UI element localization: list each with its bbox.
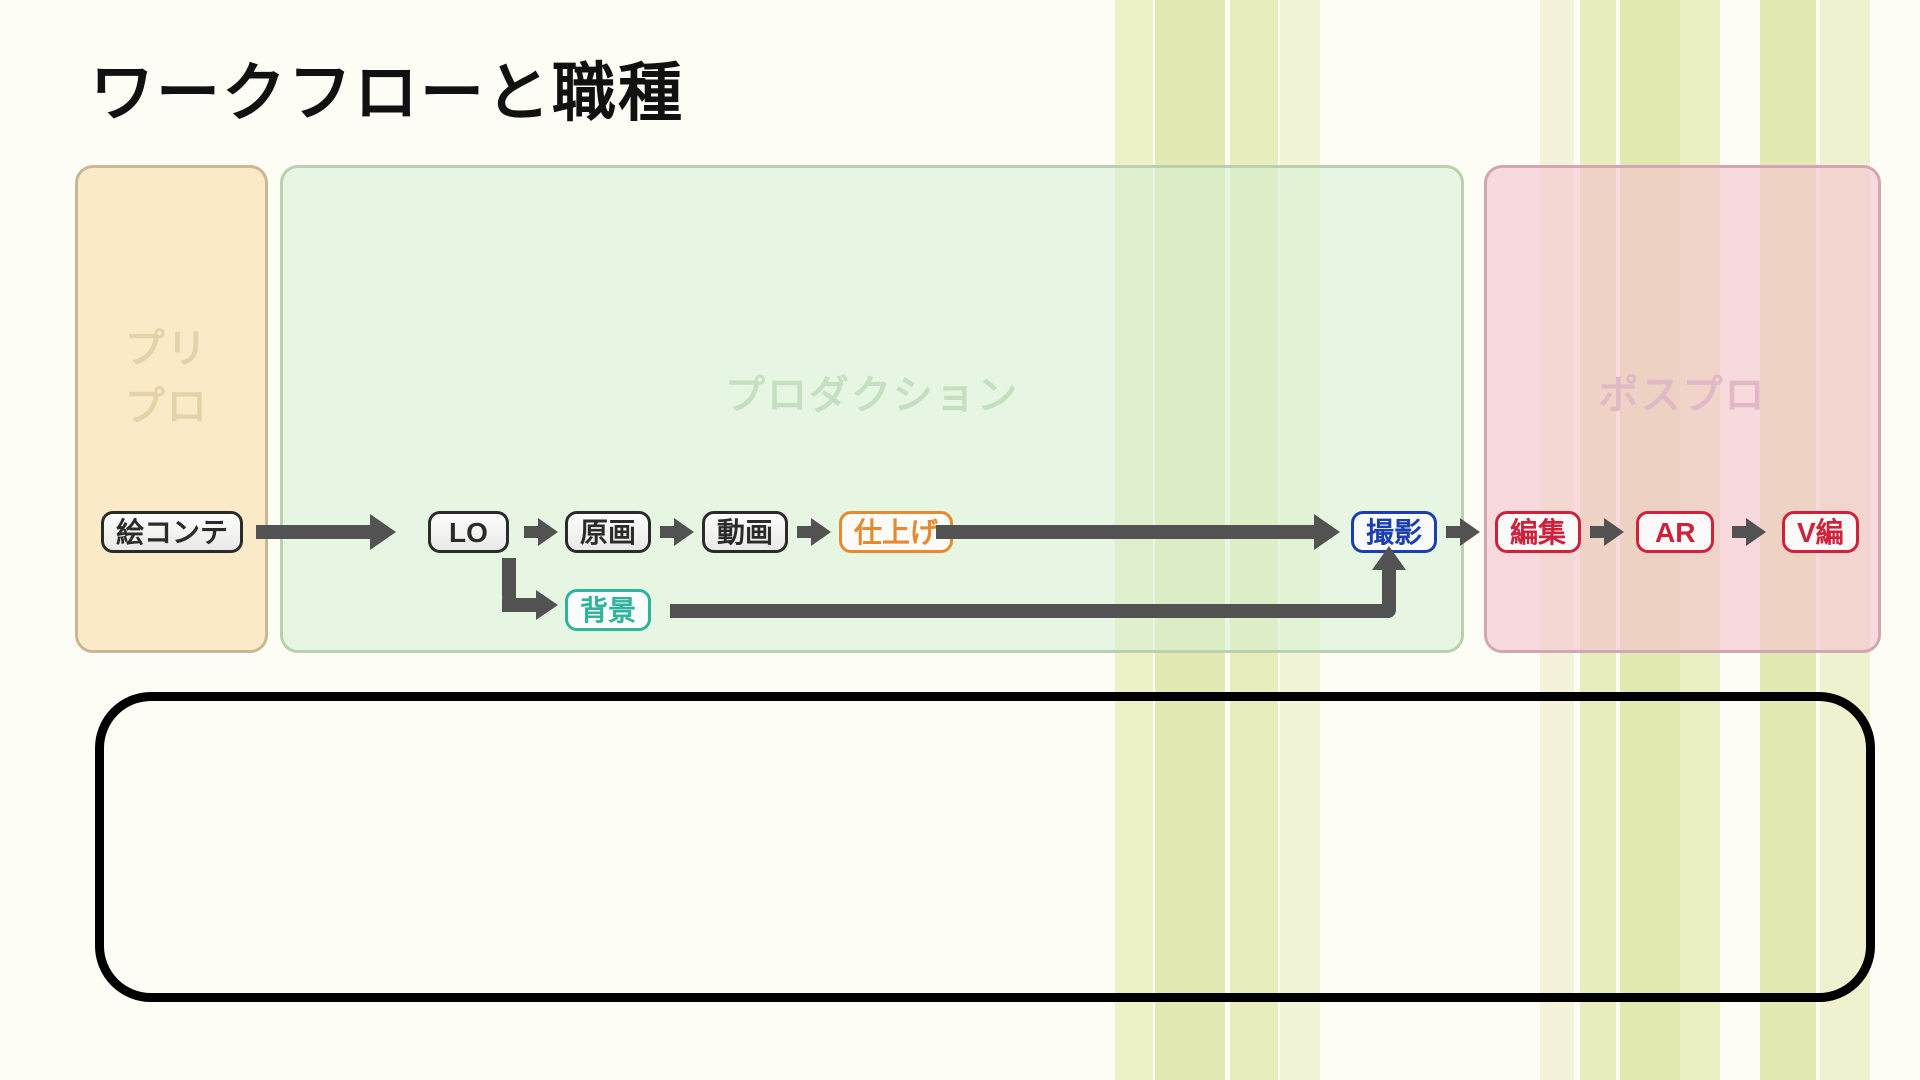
node-econte: 絵コンテ — [101, 511, 243, 553]
node-vhen: V編 — [1782, 511, 1859, 553]
arrow-ar-vhen — [1732, 526, 1748, 538]
node-henshuu: 編集 — [1495, 511, 1581, 553]
caption-box-empty — [95, 692, 1875, 1002]
page-title: ワークフローと職種 — [90, 42, 684, 134]
phase-postproduction: ポスプロ — [1484, 165, 1881, 653]
node-haikei: 背景 — [565, 589, 651, 631]
node-douga: 動画 — [702, 511, 788, 553]
arrow-genga-douga — [660, 526, 676, 538]
phase-preproduction: プリプロ — [75, 165, 268, 653]
arrow-satsuei-henshuu — [1446, 526, 1462, 538]
arrow-haikei-right — [670, 604, 1382, 618]
arrow-lo-genga — [524, 526, 540, 538]
arrow-haikei-up — [1382, 568, 1396, 618]
arrow-douga-shiage — [797, 526, 813, 538]
arrow-lo-haikei — [502, 598, 538, 612]
node-ar: AR — [1636, 511, 1714, 553]
node-lo: LO — [428, 511, 509, 553]
phase-production: プロダクション — [280, 165, 1464, 653]
phase-label-pre: プリプロ — [125, 316, 219, 432]
arrow-henshuu-ar — [1590, 526, 1606, 538]
phase-label-post: ポスプロ — [1599, 363, 1767, 421]
arrow-shiage-satsuei — [936, 525, 1316, 539]
phase-label-main: プロダクション — [725, 363, 1019, 421]
node-genga: 原画 — [565, 511, 651, 553]
arrow-econte-lo — [256, 525, 372, 539]
